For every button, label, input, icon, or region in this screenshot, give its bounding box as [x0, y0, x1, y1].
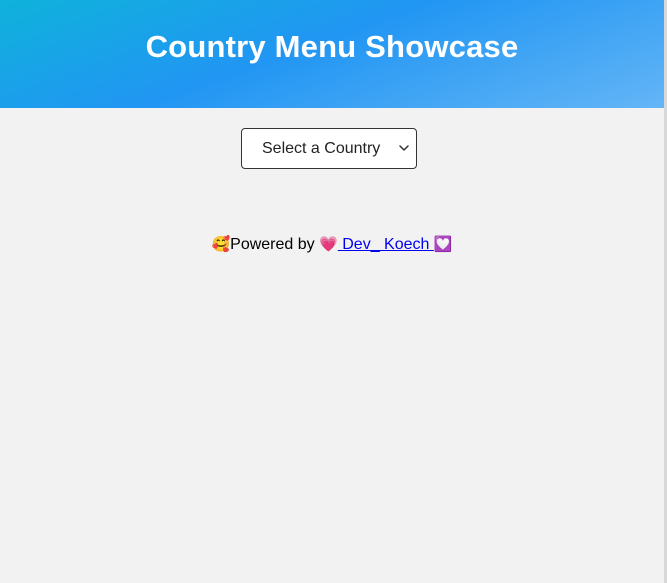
author-link-text: Dev_ Koech — [342, 236, 430, 253]
country-select-container: Select a Country — [241, 128, 417, 169]
chevron-down-icon — [399, 145, 409, 151]
heart-decoration-icon: 💟 — [433, 236, 453, 253]
smiling-face-with-hearts-icon: 🥰 — [211, 236, 231, 253]
page-header: Country Menu Showcase — [0, 0, 664, 108]
country-select-value: Select a Country — [262, 139, 381, 157]
footer-prefix: Powered by — [230, 236, 315, 253]
page-title: Country Menu Showcase — [145, 29, 519, 64]
author-link[interactable]: 💗 Dev_ Koech 💟 — [319, 236, 452, 253]
growing-heart-icon: 💗 — [319, 236, 338, 253]
country-select[interactable]: Select a Country — [241, 128, 417, 169]
footer: 🥰Powered by 💗 Dev_ Koech 💟 — [0, 236, 664, 254]
